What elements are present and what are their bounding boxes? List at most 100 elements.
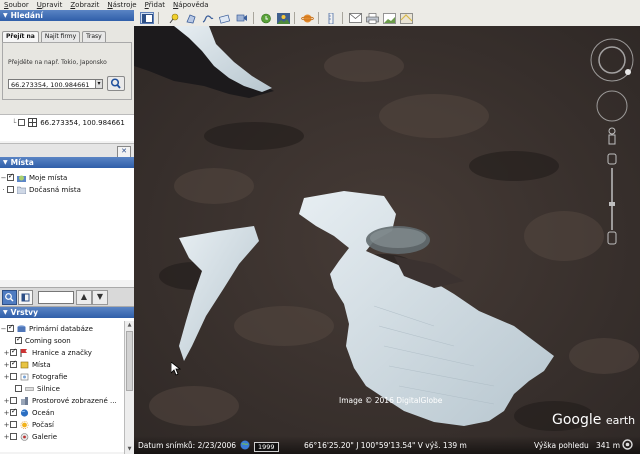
layer-checkbox[interactable] <box>15 385 22 392</box>
panel-toggle-button[interactable] <box>18 290 33 305</box>
tree-item-label: Dočasná místa <box>29 185 81 194</box>
arrow-down-icon: ▼ <box>96 292 104 301</box>
layer-label: Oceán <box>32 408 55 417</box>
historical-imagery-button[interactable] <box>259 12 273 24</box>
sunlight-button[interactable] <box>276 12 290 24</box>
menu-file[interactable]: Soubor <box>4 1 29 9</box>
layer-checkbox[interactable] <box>10 373 17 380</box>
collapse-triangle-icon[interactable]: ▼ <box>3 12 8 19</box>
layer-ocean[interactable]: + Oceán <box>3 407 55 418</box>
tree-item-temporary-places[interactable]: · Dočasná místa <box>0 184 81 195</box>
tab-find-businesses[interactable]: Najít firmy <box>40 31 81 42</box>
layer-gallery[interactable]: + Galerie <box>3 431 58 442</box>
move-ring[interactable] <box>596 90 628 122</box>
image-overlay-button[interactable] <box>218 12 232 24</box>
search-button[interactable] <box>107 76 125 91</box>
places-panel-header[interactable]: ▼ Místa <box>0 157 134 168</box>
scrollbar-thumb[interactable] <box>126 331 133 391</box>
scroll-up-icon[interactable]: ▲ <box>126 322 133 329</box>
move-up-button[interactable]: ▲ <box>76 290 92 305</box>
result-label: 66.273354, 100.984661 <box>40 118 125 127</box>
menu-view[interactable]: Zobrazit <box>70 1 99 9</box>
my-places-checkbox[interactable] <box>7 174 14 181</box>
menu-add[interactable]: Přidat <box>145 1 165 9</box>
zoom-slider[interactable] <box>607 153 617 245</box>
view-in-maps-button[interactable] <box>399 12 413 24</box>
search-input[interactable]: 66.273354, 100.984661 <box>8 79 96 89</box>
result-item[interactable]: └ 66.273354, 100.984661 <box>12 118 125 127</box>
menu-tools[interactable]: Nástroje <box>107 1 136 9</box>
expand-icon[interactable]: · <box>0 186 7 194</box>
ruler-button[interactable] <box>324 12 338 24</box>
expand-icon[interactable]: + <box>3 433 10 441</box>
layer-checkbox[interactable] <box>10 421 17 428</box>
dropdown-arrow-icon[interactable]: ▾ <box>95 79 103 89</box>
layer-coming-soon[interactable]: Coming soon <box>8 335 71 346</box>
menu-help[interactable]: Nápověda <box>173 1 208 9</box>
expand-icon[interactable]: + <box>3 373 10 381</box>
expand-icon[interactable]: + <box>3 421 10 429</box>
expand-icon[interactable]: + <box>3 397 10 405</box>
scroll-down-icon[interactable]: ▼ <box>126 446 133 453</box>
search-panel-header[interactable]: ▼ Hledání <box>0 10 134 21</box>
layer-photos[interactable]: + Fotografie <box>3 371 68 382</box>
layer-checkbox[interactable] <box>7 325 14 332</box>
pushpin-icon <box>169 13 179 23</box>
layer-roads[interactable]: Silnice <box>8 383 60 394</box>
layer-3d-buildings[interactable]: + Prostorové zobrazené ... <box>3 395 117 406</box>
places-nav-bar: ▲ ▼ <box>0 287 134 307</box>
places-filter-input[interactable] <box>38 291 74 304</box>
sidebar: ▼ Hledání Přejít na Najít firmy Trasy Př… <box>0 10 135 454</box>
layer-checkbox[interactable] <box>10 397 17 404</box>
layer-places[interactable]: + Místa <box>3 359 51 370</box>
look-ring[interactable] <box>590 38 634 82</box>
layer-borders-labels[interactable]: + Hranice a značky <box>3 347 92 358</box>
expand-icon[interactable]: + <box>3 361 10 369</box>
temporary-places-checkbox[interactable] <box>7 186 14 193</box>
navigation-controls[interactable] <box>590 32 634 262</box>
expand-icon[interactable]: + <box>3 409 10 417</box>
email-button[interactable] <box>348 12 362 24</box>
logo-word-google: Google <box>552 412 602 428</box>
result-checkbox[interactable] <box>18 119 26 126</box>
collapse-icon[interactable]: − <box>0 174 7 182</box>
layer-checkbox[interactable] <box>10 433 17 440</box>
menu-edit[interactable]: Upravit <box>37 1 63 9</box>
switch-planet-button[interactable] <box>300 12 314 24</box>
tree-item-my-places[interactable]: − Moje místa <box>0 172 67 183</box>
tab-directions[interactable]: Trasy <box>82 31 106 42</box>
add-polygon-button[interactable] <box>184 12 198 24</box>
map-view[interactable]: Image © 2016 DigitalGlobe Google earth D… <box>134 26 640 454</box>
layer-primary-database[interactable]: − Primární databáze <box>0 323 93 334</box>
layers-panel-header[interactable]: ▼ Vrstvy <box>0 307 134 318</box>
year-badge[interactable]: 1999 <box>254 442 279 452</box>
sidebar-panel-icon <box>141 13 153 23</box>
layer-checkbox[interactable] <box>10 409 17 416</box>
historical-globe-icon[interactable] <box>240 440 250 452</box>
tree-item-label: Moje místa <box>29 173 68 182</box>
envelope-icon <box>348 13 362 23</box>
collapse-triangle-icon[interactable]: ▼ <box>3 309 8 316</box>
maps-icon <box>399 12 413 24</box>
layer-checkbox[interactable] <box>10 361 17 368</box>
add-path-button[interactable] <box>201 12 215 24</box>
save-image-button[interactable] <box>382 12 396 24</box>
add-placemark-button[interactable] <box>167 12 181 24</box>
search-toggle-button[interactable] <box>2 290 17 305</box>
record-tour-button[interactable] <box>235 12 249 24</box>
layer-label: Coming soon <box>25 336 71 345</box>
tab-fly-to[interactable]: Přejít na <box>2 31 39 42</box>
expand-icon[interactable]: + <box>3 349 10 357</box>
move-down-button[interactable]: ▼ <box>92 290 108 305</box>
layer-checkbox[interactable] <box>15 337 22 344</box>
magnifier-icon <box>5 293 14 302</box>
street-view-pegman-icon[interactable] <box>608 127 616 145</box>
search-hint: Přejděte na např. Tokio, Japonsko <box>8 59 107 66</box>
print-button[interactable] <box>365 12 379 24</box>
toggle-sidebar-button[interactable] <box>140 12 154 24</box>
collapse-triangle-icon[interactable]: ▼ <box>3 159 8 166</box>
satellite-imagery[interactable] <box>134 26 640 454</box>
layer-weather[interactable]: + Počasí <box>3 419 54 430</box>
layer-checkbox[interactable] <box>10 349 17 356</box>
collapse-icon[interactable]: − <box>0 325 7 333</box>
